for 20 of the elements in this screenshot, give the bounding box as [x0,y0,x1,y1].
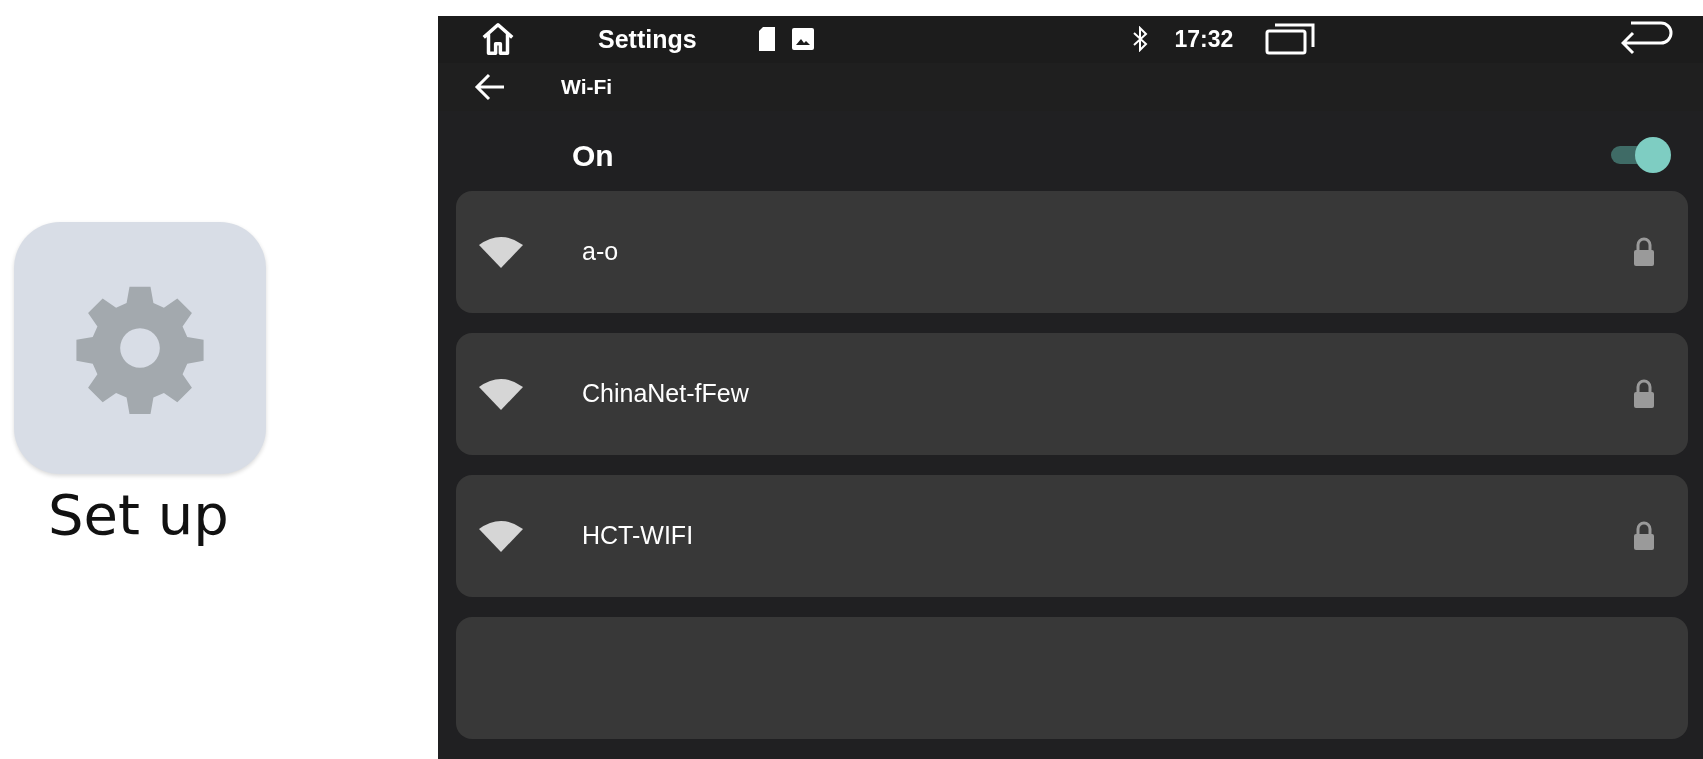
sd-card-icon [756,27,777,52]
recent-apps-icon[interactable] [1265,22,1318,57]
image-icon [790,27,815,52]
network-name: a-o [582,236,619,268]
clock-time: 17:32 [1174,25,1234,55]
toggle-label: On [572,137,614,174]
wifi-signal-icon [478,519,524,553]
wifi-signal-icon [478,235,524,269]
network-row[interactable]: ChinaNet-fFew [456,333,1688,455]
network-name: HCT-WIFI [582,520,694,552]
bluetooth-icon [1132,26,1149,53]
network-row[interactable]: HCT-WIFI [456,475,1688,597]
app-label: Set up [48,484,229,546]
wifi-signal-icon [478,377,524,411]
network-name: ChinaNet-fFew [582,378,749,410]
page-title: Wi-Fi [561,74,613,101]
wifi-toggle[interactable] [1611,136,1671,173]
network-row[interactable]: a-o [456,191,1688,313]
back-arrow-icon[interactable] [474,72,506,101]
app-title: Settings [598,23,697,55]
